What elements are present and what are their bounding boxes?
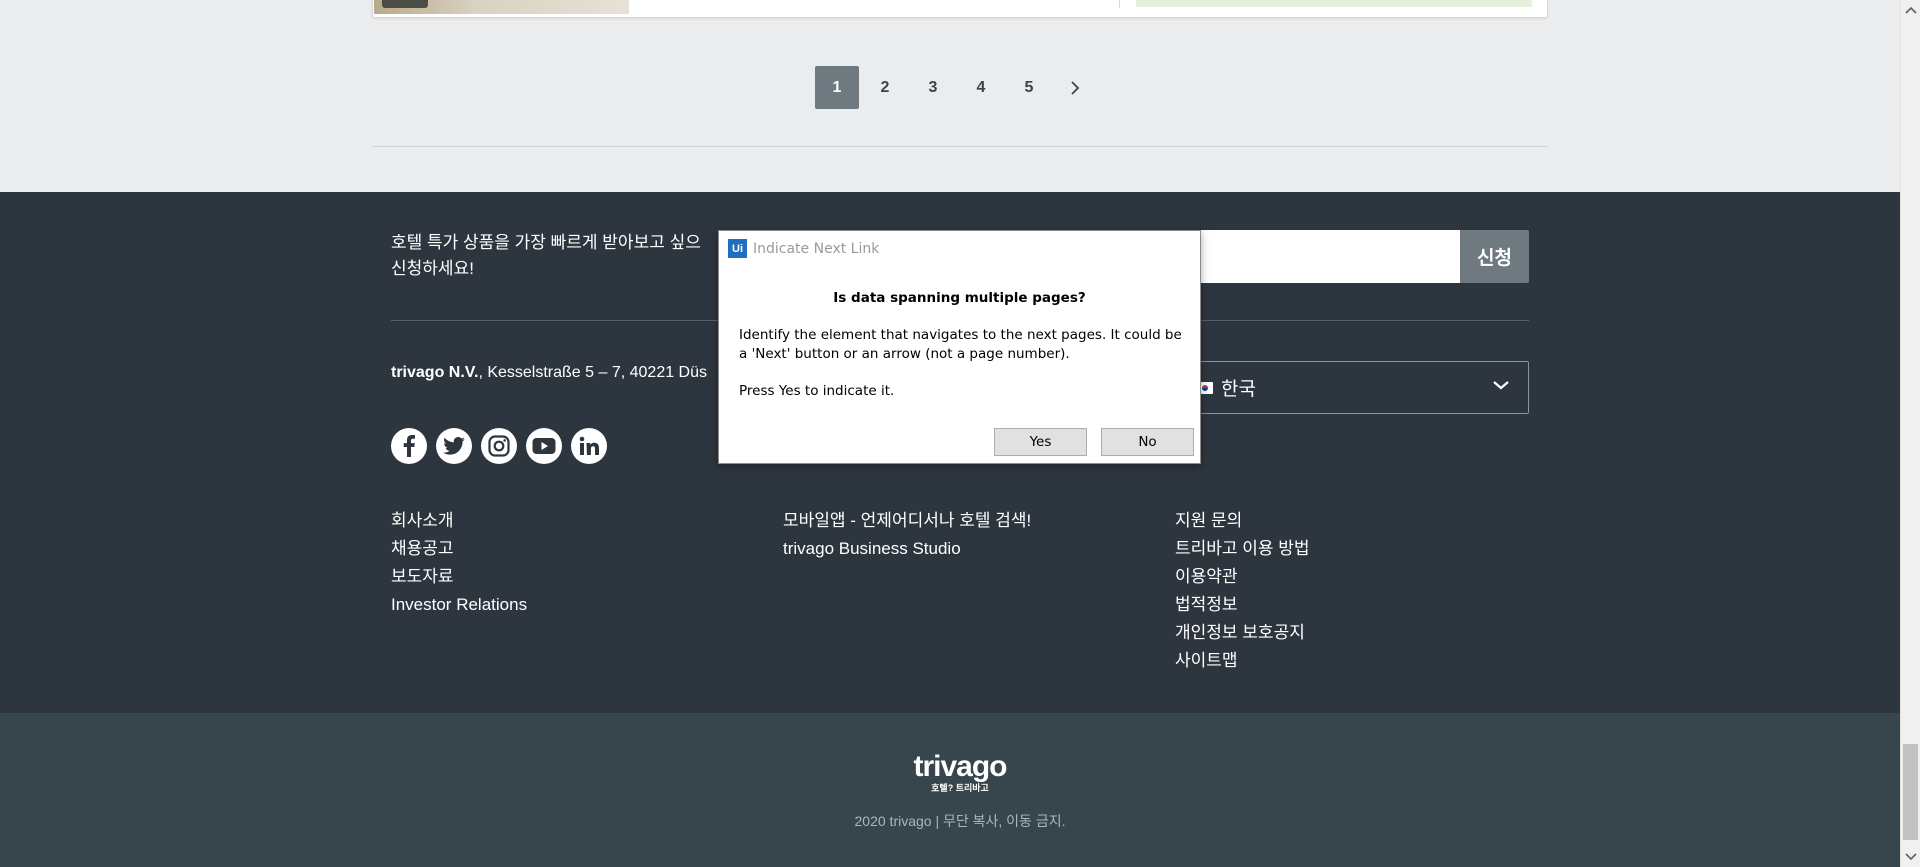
yes-button[interactable]: Yes	[994, 428, 1087, 456]
dialog-heading: Is data spanning multiple pages?	[833, 290, 1086, 306]
scrollbar-thumb[interactable]	[1903, 744, 1918, 840]
dialog-prompt: Press Yes to indicate it.	[739, 383, 895, 399]
linkedin-icon[interactable]	[571, 428, 607, 464]
footer-link-terms[interactable]: 이용약관	[1175, 563, 1310, 591]
chevron-down-icon	[1493, 381, 1509, 390]
footer-link-about[interactable]: 회사소개	[391, 507, 527, 535]
facebook-icon[interactable]	[391, 428, 427, 464]
newsletter-subscribe-button[interactable]: 신청	[1460, 230, 1529, 283]
footer-bottom-bar: trivago 호텔? 트리바고 2020 trivago | 무단 복사, 이…	[0, 713, 1900, 867]
instagram-icon[interactable]	[481, 428, 517, 464]
next-page-button[interactable]	[1055, 66, 1095, 109]
trivago-logo[interactable]: trivago 호텔? 트리바고	[905, 750, 1015, 794]
copyright-text: 2020 trivago | 무단 복사, 이동 금지.	[854, 813, 1066, 829]
page-5-button[interactable]: 5	[1007, 66, 1051, 109]
footer-links-company: 회사소개 채용공고 보도자료 Investor Relations	[391, 507, 527, 619]
footer-link-sitemap[interactable]: 사이트맵	[1175, 647, 1310, 675]
newsletter-text: 호텔 특가 상품을 가장 빠르게 받아보고 싶으 신청하세요!	[391, 233, 701, 278]
page-1-button[interactable]: 1	[815, 66, 859, 109]
dialog-body: Identify the element that navigates to t…	[739, 327, 1182, 362]
footer-link-how-to-use[interactable]: 트리바고 이용 방법	[1175, 535, 1310, 563]
pagination: 1 2 3 4 5	[815, 66, 1095, 109]
card-divider	[1119, 0, 1120, 8]
no-button[interactable]: No	[1101, 428, 1194, 456]
footer-link-legal[interactable]: 법적정보	[1175, 591, 1310, 619]
page-4-button[interactable]: 4	[959, 66, 1003, 109]
footer-link-support[interactable]: 지원 문의	[1175, 507, 1310, 535]
indicate-next-link-dialog: Ui Indicate Next Link Is data spanning m…	[718, 230, 1201, 464]
scroll-up-arrow-icon[interactable]	[1905, 6, 1917, 14]
company-address: trivago N.V., Kesselstraße 5 – 7, 40221 …	[391, 364, 708, 381]
uipath-logo-icon: Ui	[728, 239, 747, 258]
dialog-title: Indicate Next Link	[753, 240, 880, 257]
page-2-button[interactable]: 2	[863, 66, 907, 109]
country-select[interactable]: 한국	[1180, 361, 1529, 414]
footer-link-careers[interactable]: 채용공고	[391, 535, 527, 563]
footer-link-business-studio[interactable]: trivago Business Studio	[783, 535, 1031, 563]
section-divider	[372, 146, 1548, 147]
scroll-down-arrow-icon[interactable]	[1905, 853, 1917, 861]
dialog-titlebar: Ui Indicate Next Link	[719, 231, 1200, 266]
twitter-icon[interactable]	[436, 428, 472, 464]
hotel-image-badge	[382, 0, 428, 8]
social-links	[391, 428, 616, 464]
country-select-value: 한국	[1221, 379, 1256, 400]
footer-link-press[interactable]: 보도자료	[391, 563, 527, 591]
deal-highlight	[1136, 0, 1532, 7]
footer-link-mobile-app[interactable]: 모바일앱 - 언제어디서나 호텔 검색!	[783, 507, 1031, 535]
hotel-image[interactable]	[374, 0, 629, 14]
chevron-right-icon	[1071, 80, 1080, 95]
footer-links-support: 지원 문의 트리바고 이용 방법 이용약관 법적정보 개인정보 보호공지 사이트…	[1175, 507, 1310, 675]
youtube-icon[interactable]	[526, 428, 562, 464]
result-card-bottom	[372, 0, 1548, 18]
page-3-button[interactable]: 3	[911, 66, 955, 109]
footer-link-privacy[interactable]: 개인정보 보호공지	[1175, 619, 1310, 647]
footer-links-apps: 모바일앱 - 언제어디서나 호텔 검색! trivago Business St…	[783, 507, 1031, 563]
footer-link-investor-relations[interactable]: Investor Relations	[391, 591, 527, 619]
vertical-scrollbar[interactable]	[1900, 0, 1920, 867]
logo-wordmark: trivago	[913, 750, 1007, 783]
